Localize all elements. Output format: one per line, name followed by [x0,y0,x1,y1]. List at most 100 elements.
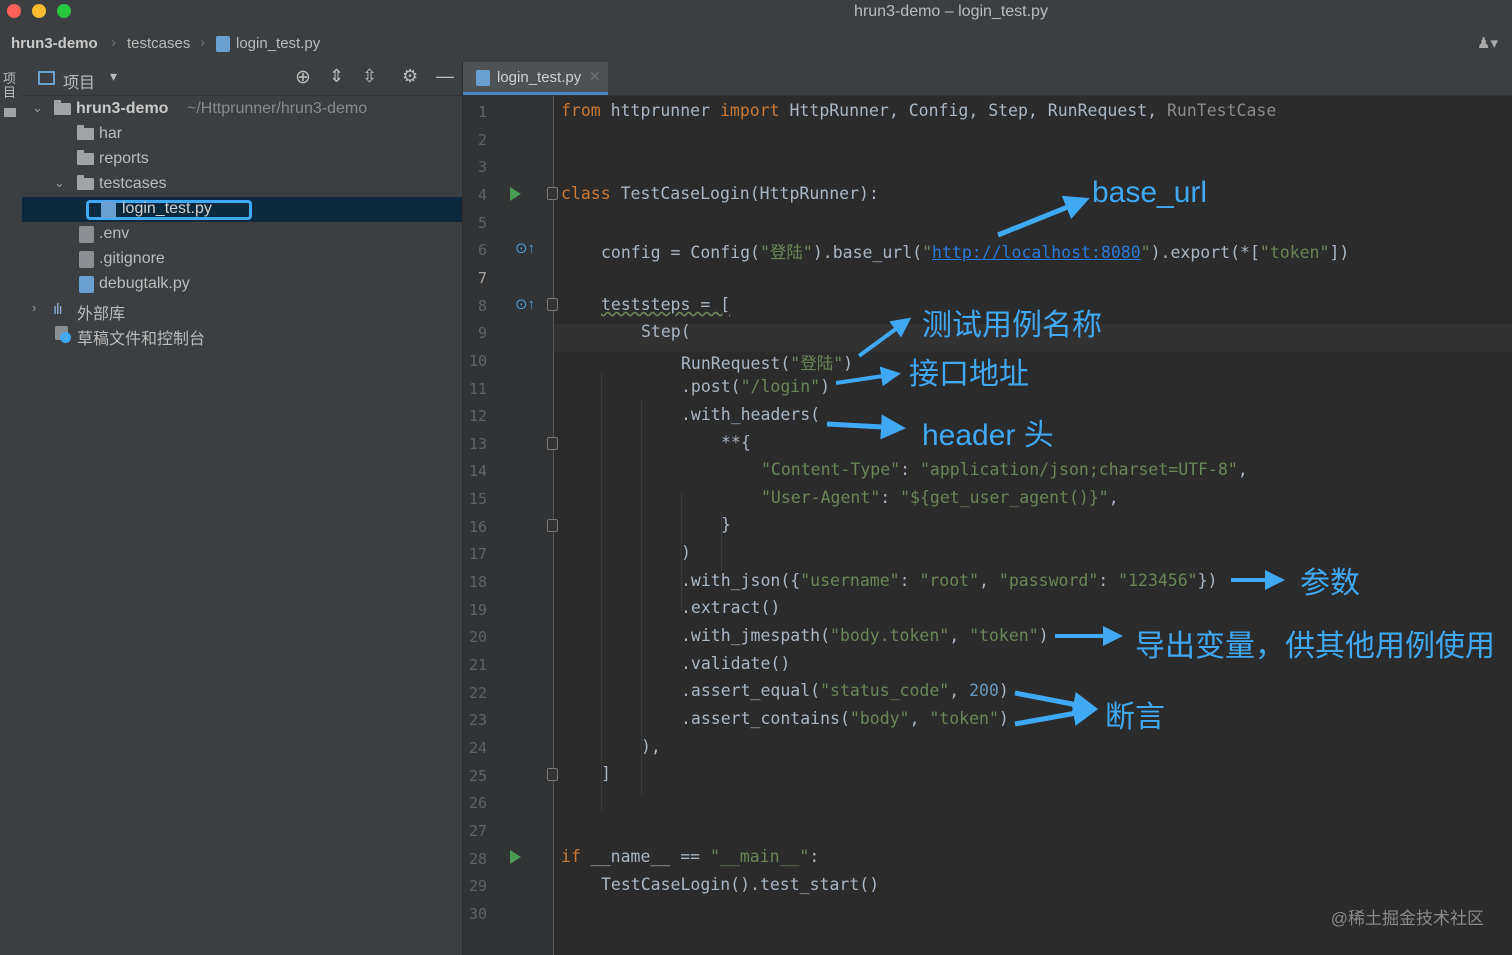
code-line-15[interactable]: "User-Agent": "${get_user_agent()}", [761,488,1119,507]
override-icon[interactable]: ⊙↑ [515,295,535,313]
code-line-21[interactable]: .validate() [681,654,790,673]
tree-item-env[interactable]: .env [22,222,462,247]
fold-icon[interactable] [547,298,558,311]
line-number: 2 [477,130,487,149]
code-line-12[interactable]: .with_headers( [681,405,820,424]
breadcrumb-folder[interactable]: testcases [127,35,190,52]
chevron-down-icon[interactable]: ⌄ [54,175,65,191]
code-line-24[interactable]: ), [641,737,661,756]
tree-item-external-libraries[interactable]: › ılı 外部库 [22,297,462,323]
window-title: hrun3-demo – login_test.py [854,3,1048,20]
tree-item-label: login_test.py [122,200,212,217]
line-number: 26 [468,794,487,813]
code-line-4[interactable]: class TestCaseLogin(HttpRunner): [561,184,879,203]
collapse-all-icon[interactable]: ⇳ [362,66,377,87]
code-line-8[interactable]: teststeps = [ [601,295,730,314]
close-tab-icon[interactable]: ✕ [589,68,601,85]
tree-item-label: debugtalk.py [99,275,190,292]
project-panel-header: 项目 ▾ ⊕ ⇕ ⇳ ⚙ — [22,62,462,96]
tree-item-label: testcases [99,175,167,192]
folder-icon [4,108,16,117]
annotation-header: header 头 [922,419,1054,452]
breadcrumb-file[interactable]: login_test.py [236,35,320,52]
code-line-6[interactable]: config = Config("登陆").base_url("http://l… [601,239,1349,263]
code-line-23[interactable]: .assert_contains("body", "token") [681,709,1009,728]
library-icon: ılı [53,301,63,318]
run-icon[interactable] [510,187,521,201]
stripe-project-label[interactable]: 项目 [3,72,17,100]
watermark: @稀土掘金技术社区 [1330,909,1484,928]
python-file-icon [79,276,94,293]
fold-icon[interactable] [547,768,558,781]
indent-guide [601,372,602,812]
code-line-20[interactable]: .with_jmespath("body.token", "token") [681,626,1049,645]
user-icon[interactable]: ♟▾ [1477,34,1498,52]
tool-window-stripe: 项目 [0,62,23,955]
python-file-icon [101,201,116,218]
folder-icon [77,175,94,190]
python-file-icon [216,36,230,52]
gear-icon[interactable]: ⚙ [402,66,418,87]
fold-icon[interactable] [547,519,558,532]
line-number: 8 [477,296,487,315]
title-bar: hrun3-demo – login_test.py [0,0,1512,26]
line-number: 1 [477,103,487,121]
chevron-right-icon[interactable]: › [32,300,36,315]
line-number: 23 [468,711,487,730]
arrow-assert-2 [1014,701,1098,727]
tree-item-reports[interactable]: reports [22,147,462,172]
tab-label: login_test.py [497,69,582,86]
line-number: 10 [468,351,487,370]
run-icon[interactable] [510,850,521,864]
line-number: 25 [468,766,487,785]
tree-item-root[interactable]: ⌄ hrun3-demo ~/Httprunner/hrun3-demo [22,97,462,122]
tree-item-scratches[interactable]: 草稿文件和控制台 [22,322,462,348]
code-line-17[interactable]: ) [681,543,691,562]
code-line-18[interactable]: .with_json({"username": "root", "passwor… [681,571,1218,590]
arrow-header [826,414,906,440]
arrow-base-url [997,195,1090,238]
tree-item-har[interactable]: har [22,122,462,147]
editor: login_test.py ✕ ⊙↑ ⊙↑ 1 2 3 4 5 6 7 8 9 10 11 12 13 1… [463,62,1512,955]
chevron-down-icon[interactable]: ▾ [110,68,117,85]
code-line-1[interactable]: from httprunner import HttpRunner, Confi… [561,101,1276,120]
code-line-9[interactable]: Step( [641,322,691,341]
tree-item-testcases[interactable]: ⌄ testcases [22,172,462,197]
code-line-29[interactable]: TestCaseLogin().test_start() [601,875,879,894]
url-link[interactable]: http://localhost:8080 [932,243,1141,262]
hide-panel-icon[interactable]: — [436,66,454,87]
line-number: 15 [468,490,487,509]
fold-icon[interactable] [547,187,558,200]
tree-item-debugtalk[interactable]: debugtalk.py [22,272,462,297]
tab-login-test[interactable]: login_test.py ✕ [463,62,608,95]
code-line-28[interactable]: if __name__ == "__main__": [561,847,819,866]
code-line-16[interactable]: } [721,515,731,534]
code-line-10[interactable]: RunRequest("登陆") [681,350,853,374]
project-view-label[interactable]: 项目 [63,69,95,93]
chevron-right-icon: › [200,34,205,51]
line-number: 11 [468,379,487,398]
tree-item-login-test[interactable]: login_test.py [22,197,462,222]
folder-icon [54,100,71,115]
chevron-right-icon: › [111,34,116,51]
editor-tab-bar: login_test.py ✕ [463,62,1512,96]
code-line-19[interactable]: .extract() [681,598,780,617]
line-number: 21 [468,656,487,674]
override-icon[interactable]: ⊙↑ [515,239,535,257]
chevron-down-icon[interactable]: ⌄ [32,100,43,116]
breadcrumb-project[interactable]: hrun3-demo [11,35,98,52]
line-number: 27 [468,821,487,840]
code-line-25[interactable]: ] [601,764,611,783]
expand-all-icon[interactable]: ⇕ [329,66,344,87]
line-number: 5 [477,213,487,232]
tree-item-label: 草稿文件和控制台 [77,331,206,348]
locate-icon[interactable]: ⊕ [295,66,311,89]
code-line-11[interactable]: .post("/login") [681,377,830,396]
code-line-22[interactable]: .assert_equal("status_code", 200) [681,681,1009,700]
line-number: 14 [468,462,487,481]
tree-item-gitignore[interactable]: .gitignore [22,247,462,272]
code-line-13[interactable]: **{ [721,433,751,452]
code-line-14[interactable]: "Content-Type": "application/json;charse… [761,460,1248,479]
fold-icon[interactable] [547,437,558,450]
arrow-assert-1 [1014,690,1098,717]
